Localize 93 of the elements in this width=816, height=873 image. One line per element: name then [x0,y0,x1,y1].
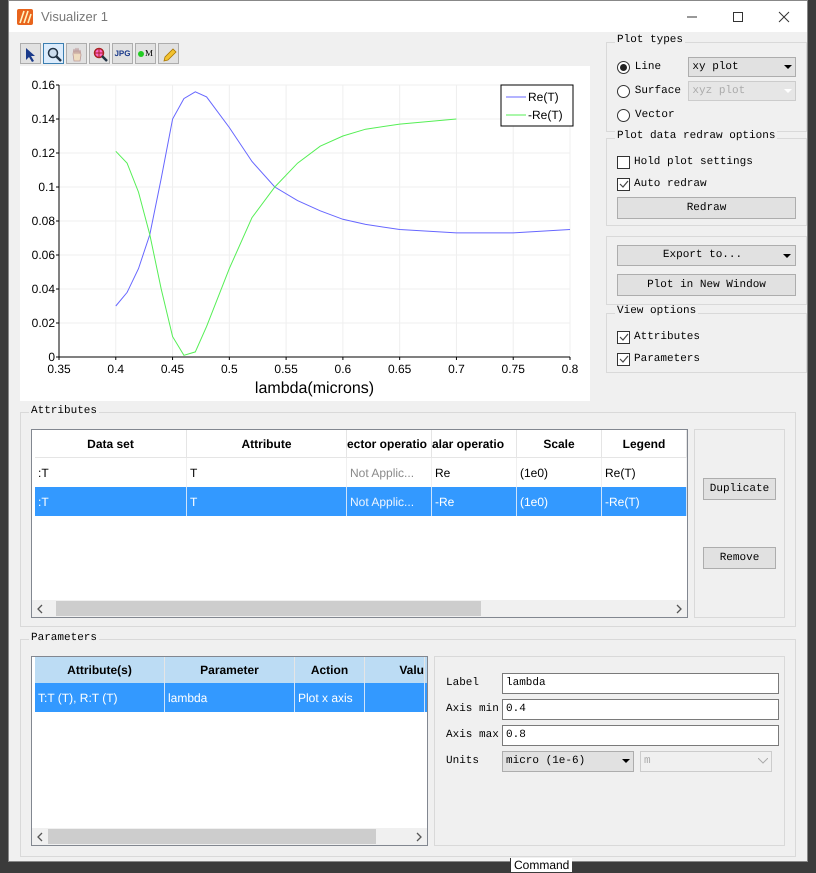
field-label: Axis min [446,702,500,717]
axis-tick-label: 0.16 [32,78,55,92]
check-icon [618,332,628,342]
checkbox[interactable] [617,330,630,344]
toolbar-button[interactable] [43,43,64,64]
axis-tick-label: 0.14 [32,112,55,126]
close-icon [778,10,790,22]
plot-in-new-window-button[interactable]: Plot in New Window [617,274,796,296]
units-dropdown[interactable]: micro (1e-6) [502,750,634,772]
checkbox[interactable] [617,352,630,366]
check-icon [618,354,628,364]
text-field[interactable]: lambda [502,672,779,694]
axis-tick-label: 0.04 [32,282,55,296]
checkbox[interactable] [617,178,630,190]
caret-icon [784,65,792,69]
column-header[interactable]: Legend [602,430,687,457]
axis-tick-label: 0.12 [32,146,55,160]
checkbox-label: Hold plot settings [634,154,753,170]
window-title: Visualizer 1 [41,8,108,26]
table-cell: Not Applic... [347,487,432,516]
axis-tick-label: 0.75 [502,362,525,376]
maximize-icon [732,10,744,22]
radio-button[interactable] [617,84,630,98]
axis-tick-label: 0.65 [388,362,412,376]
table-cell: -Re(T) [602,487,687,516]
checkbox-label: Parameters [634,352,700,367]
axis-tick-label: 0.6 [334,362,352,376]
axis-title: lambda(microns) [254,380,374,397]
axis-tick-label: 0.02 [32,316,55,330]
table-action-button[interactable]: Remove [703,547,776,569]
axis-tick-label: 0.8 [562,362,578,376]
radio-label: Line [634,60,662,75]
check-icon [618,179,628,189]
table-cell: -Re [432,487,517,516]
table-cell: lambda [165,683,295,712]
column-header[interactable]: ector operatio [347,430,432,457]
scroll-left-icon [36,604,44,614]
table-cell: T:T (T), R:T (T) [35,683,165,712]
checkbox[interactable] [617,156,630,168]
scroll-right-icon [675,604,683,614]
table-cell: Plot x axis [295,683,365,712]
table-cell: :T [35,487,187,516]
field-label: Axis max [446,728,500,743]
horizontal-scrollbar[interactable] [32,600,687,617]
scrollbar-thumb[interactable] [48,829,376,844]
radio-button[interactable] [617,60,630,74]
axis-tick-label: 0.4 [107,362,124,376]
app-logo-icon [17,8,33,24]
field-label: Label [446,676,480,691]
scroll-right-icon [415,832,423,842]
legend-label: Re(T) [528,90,559,104]
group-title: View options [615,306,698,317]
checkbox-label: Auto redraw [634,176,707,192]
group-title: Plot data redraw options [615,131,778,142]
field-label: Units [446,754,480,769]
axis-tick-label: 0.5 [221,362,238,376]
column-header[interactable]: Data set [35,430,187,457]
background-window-text: Command [510,858,572,872]
table-cell: (1e0) [517,487,602,516]
toolbar-button[interactable]: JPG [112,43,133,64]
group-title: Plot types [615,35,686,46]
table-action-button[interactable]: Duplicate [703,478,776,500]
axis-tick-label: 0.06 [32,248,55,262]
scroll-left-icon [36,832,44,842]
toolbar-button[interactable] [20,43,41,64]
column-header[interactable]: Attribute [187,430,347,457]
legend-label: -Re(T) [528,108,563,122]
caret-icon [622,759,630,763]
horizontal-scrollbar[interactable] [32,828,427,845]
table-cell: T [187,487,347,516]
plot-type-dropdown[interactable]: xy plot [688,57,796,77]
axis-tick-label: 0.7 [448,362,465,376]
redraw-button[interactable]: Redraw [617,197,796,219]
column-header[interactable]: alar operatio [432,430,517,457]
scrollbar-thumb[interactable] [56,601,481,616]
toolbar-button[interactable]: M [135,43,156,64]
axis-tick-label: 0.55 [274,362,298,376]
axis-tick-label: 0.35 [47,362,71,376]
toolbar-button[interactable] [89,43,110,64]
radio-label: Surface [634,84,682,99]
radio-button[interactable] [617,108,630,122]
axis-tick-label: 0.08 [32,214,55,228]
axis-tick-label: 0.45 [160,362,184,376]
chevron-down-icon [758,758,768,764]
checkbox-label: Attributes [634,330,700,345]
export-dropdown[interactable]: Export to... [617,245,796,266]
text-field[interactable]: 0.8 [502,724,779,746]
text-field[interactable]: 0.4 [502,698,779,720]
caret-icon [783,254,791,258]
radio-label: Vector [635,108,676,123]
column-header[interactable]: Scale [517,430,602,457]
axis-tick-label: 0.1 [38,180,55,194]
axis-tick-label: 0 [48,350,55,364]
